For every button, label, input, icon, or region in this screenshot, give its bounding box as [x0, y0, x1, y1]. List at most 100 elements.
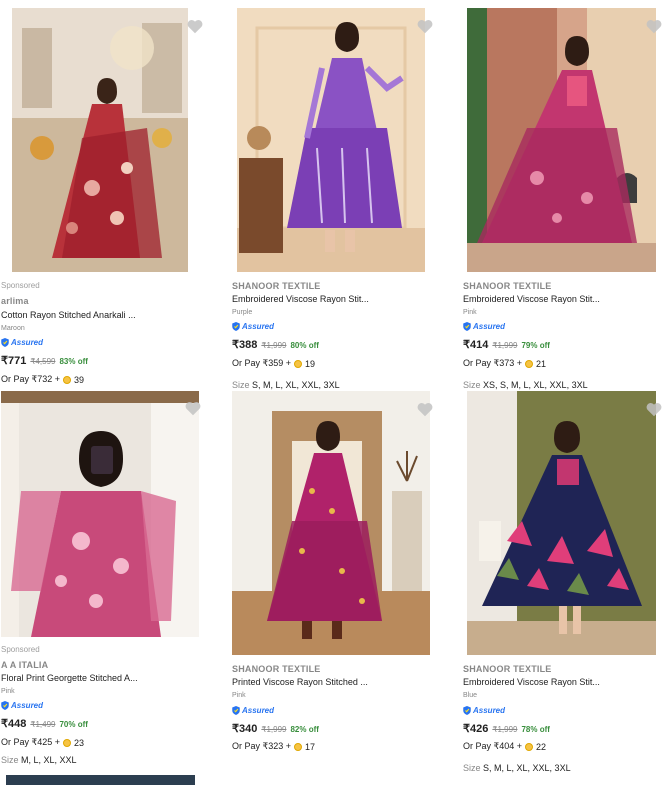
- assured-badge: Assured: [232, 706, 274, 715]
- shield-icon: [1, 701, 9, 710]
- assured-text: Assured: [242, 706, 275, 715]
- brand-name: SHANOOR TEXTILE: [232, 664, 321, 674]
- original-price: ₹1,999: [261, 341, 287, 350]
- size-list: XS, S, M, L, XL, XXL, 3XL: [483, 380, 588, 390]
- supercoin-icon: [525, 359, 534, 368]
- wishlist-heart-icon[interactable]: [416, 18, 434, 34]
- shield-icon: [1, 338, 9, 347]
- wishlist-heart-icon[interactable]: [645, 401, 663, 417]
- discount: 79% off: [521, 341, 550, 350]
- supercoin-icon: [525, 742, 534, 751]
- product-image[interactable]: [232, 391, 430, 655]
- coin-offer: Or Pay ₹732 + 39: [1, 374, 84, 385]
- product-color: Pink: [232, 692, 246, 699]
- price: ₹426: [463, 723, 489, 735]
- price: ₹414: [463, 339, 489, 351]
- size-list: M, L, XL, XXL: [21, 755, 77, 765]
- product-image[interactable]: [1, 391, 199, 637]
- next-product-image-edge: [6, 775, 195, 785]
- supercoin-icon: [294, 359, 303, 368]
- wishlist-heart-icon[interactable]: [186, 18, 204, 34]
- product-image[interactable]: [237, 8, 425, 272]
- product-title[interactable]: Cotton Rayon Stitched Anarkali ...: [1, 310, 136, 320]
- shield-icon: [463, 322, 471, 331]
- original-price: ₹1,499: [30, 720, 56, 729]
- size-options: Size M, L, XL, XXL: [1, 755, 77, 765]
- size-options: Size XS, S, M, L, XL, XXL, 3XL: [463, 380, 588, 390]
- coin-offer: Or Pay ₹373 + 21: [463, 358, 546, 369]
- wishlist-heart-icon[interactable]: [416, 401, 434, 417]
- coin-count: 39: [74, 374, 85, 385]
- brand-name: SHANOOR TEXTILE: [463, 281, 552, 291]
- coin-offer: Or Pay ₹323 + 17: [232, 741, 315, 752]
- price-row: ₹426 ₹1,999 78% off: [463, 722, 550, 735]
- assured-text: Assured: [473, 706, 506, 715]
- product-title[interactable]: Printed Viscose Rayon Stitched ...: [232, 677, 368, 687]
- or-pay-text: Or Pay ₹404 +: [463, 741, 523, 751]
- assured-badge: Assured: [1, 701, 43, 710]
- price-row: ₹414 ₹1,999 79% off: [463, 338, 550, 351]
- size-label: Size: [463, 380, 481, 390]
- product-color: Pink: [463, 309, 477, 316]
- brand-name: SHANOOR TEXTILE: [463, 664, 552, 674]
- wishlist-heart-icon[interactable]: [184, 400, 202, 416]
- product-color: Maroon: [1, 325, 25, 332]
- price: ₹388: [232, 339, 258, 351]
- price-row: ₹448 ₹1,499 70% off: [1, 717, 88, 730]
- sponsored-label: Sponsored: [1, 645, 40, 654]
- original-price: ₹1,999: [492, 341, 518, 350]
- size-list: S, M, L, XL, XXL, 3XL: [483, 763, 571, 773]
- original-price: ₹1,999: [492, 725, 518, 734]
- or-pay-text: Or Pay ₹425 +: [1, 737, 61, 747]
- discount: 70% off: [59, 720, 88, 729]
- discount: 80% off: [290, 341, 319, 350]
- assured-badge: Assured: [463, 322, 505, 331]
- size-label: Size: [463, 763, 481, 773]
- or-pay-text: Or Pay ₹323 +: [232, 741, 292, 751]
- discount: 83% off: [59, 357, 88, 366]
- coin-count: 17: [305, 741, 316, 752]
- price-row: ₹388 ₹1,999 80% off: [232, 338, 319, 351]
- coin-offer: Or Pay ₹359 + 19: [232, 358, 315, 369]
- brand-name: SHANOOR TEXTILE: [232, 281, 321, 291]
- assured-text: Assured: [473, 322, 506, 331]
- assured-badge: Assured: [232, 322, 274, 331]
- original-price: ₹1,999: [261, 725, 287, 734]
- size-options: Size S, M, L, XL, XXL, 3XL: [463, 763, 571, 773]
- coin-count: 19: [305, 358, 316, 369]
- supercoin-icon: [294, 742, 303, 751]
- assured-text: Assured: [11, 338, 44, 347]
- supercoin-icon: [63, 375, 72, 384]
- original-price: ₹4,599: [30, 357, 56, 366]
- product-title[interactable]: Floral Print Georgette Stitched A...: [1, 673, 138, 683]
- wishlist-heart-icon[interactable]: [645, 18, 663, 34]
- discount: 82% off: [290, 725, 319, 734]
- product-image[interactable]: [12, 8, 188, 272]
- shield-icon: [463, 706, 471, 715]
- sponsored-label: Sponsored: [1, 281, 40, 290]
- shield-icon: [232, 322, 240, 331]
- price: ₹448: [1, 718, 27, 730]
- size-options: Size S, M, L, XL, XXL, 3XL: [232, 380, 340, 390]
- product-title[interactable]: Embroidered Viscose Rayon Stit...: [463, 294, 600, 304]
- previous-row-edge: [0, 0, 20, 4]
- assured-text: Assured: [11, 701, 44, 710]
- assured-text: Assured: [242, 322, 275, 331]
- product-image[interactable]: [467, 391, 656, 655]
- coin-count: 22: [536, 741, 547, 752]
- product-image[interactable]: [467, 8, 656, 272]
- size-label: Size: [232, 380, 250, 390]
- product-title[interactable]: Embroidered Viscose Rayon Stit...: [463, 677, 600, 687]
- coin-offer: Or Pay ₹404 + 22: [463, 741, 546, 752]
- price: ₹771: [1, 355, 27, 367]
- price-row: ₹340 ₹1,999 82% off: [232, 722, 319, 735]
- size-list: S, M, L, XL, XXL, 3XL: [252, 380, 340, 390]
- price-row: ₹771 ₹4,599 83% off: [1, 354, 88, 367]
- supercoin-icon: [63, 738, 72, 747]
- shield-icon: [232, 706, 240, 715]
- or-pay-text: Or Pay ₹373 +: [463, 358, 523, 368]
- brand-name: A A ITALIA: [1, 660, 49, 670]
- product-title[interactable]: Embroidered Viscose Rayon Stit...: [232, 294, 369, 304]
- brand-name: arlima: [1, 296, 29, 306]
- price: ₹340: [232, 723, 258, 735]
